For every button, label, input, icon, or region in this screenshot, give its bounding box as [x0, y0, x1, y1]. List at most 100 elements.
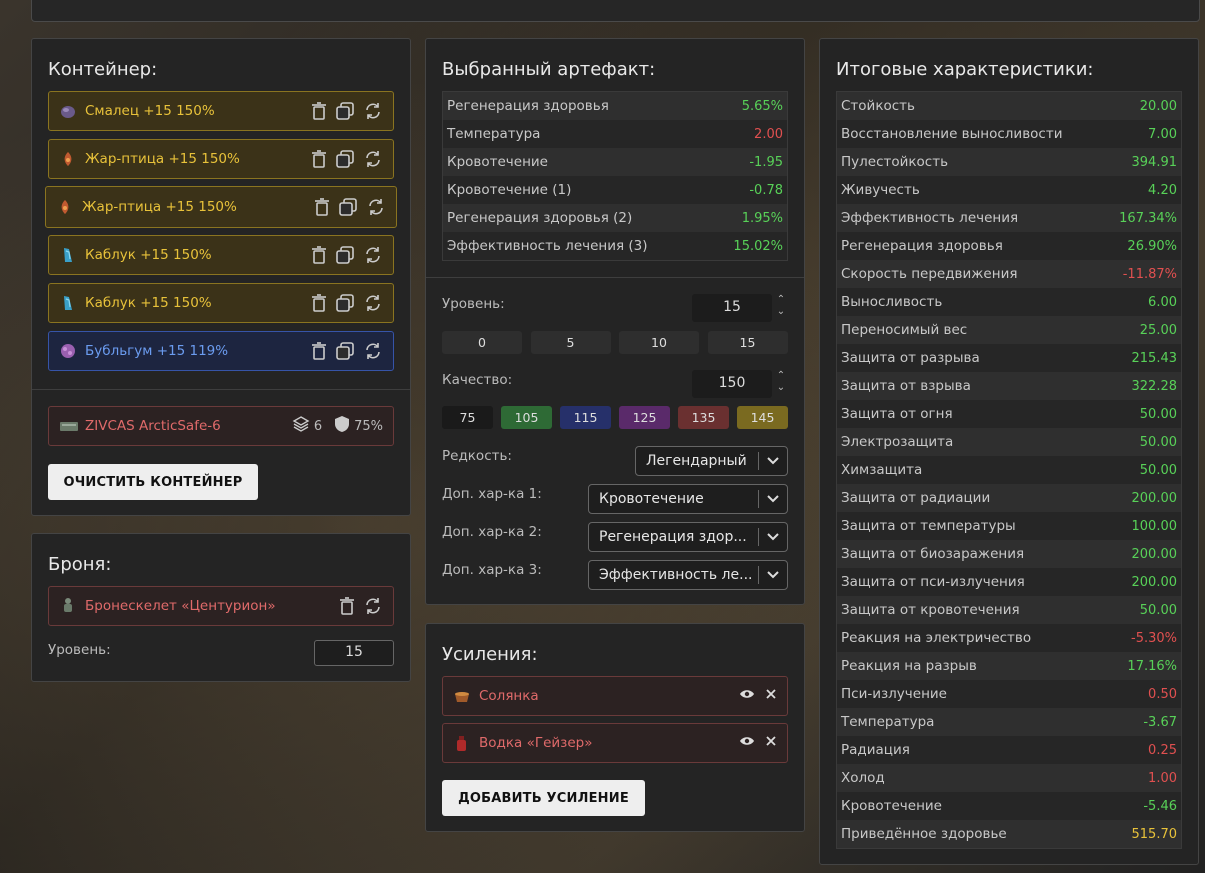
extra1-label: Доп. хар-ка 1:	[442, 486, 542, 502]
trash-icon[interactable]	[339, 597, 355, 615]
totals-title: Итоговые характеристики:	[836, 59, 1094, 80]
trash-icon[interactable]	[311, 294, 327, 312]
clear-container-button[interactable]: ОЧИСТИТЬ КОНТЕЙНЕР	[48, 464, 258, 500]
level-preset-button[interactable]: 5	[530, 331, 611, 354]
close-icon[interactable]	[765, 688, 777, 704]
stat-row: Живучесть 4.20	[837, 176, 1181, 204]
container-item-name: Жар-птица +15 150%	[85, 151, 240, 167]
armor-card[interactable]: Бронескелет «Центурион»	[48, 586, 394, 626]
boost-item[interactable]: Водка «Гейзер»	[442, 723, 788, 763]
trash-icon[interactable]	[311, 342, 327, 360]
copy-icon[interactable]	[335, 293, 355, 313]
refresh-icon[interactable]	[363, 101, 383, 121]
quality-stepper[interactable]: ⌃ ⌄	[776, 370, 786, 394]
stat-row: Защита от взрыва 322.28	[837, 372, 1181, 400]
quality-preset-button[interactable]: 115	[560, 406, 611, 429]
refresh-icon[interactable]	[363, 293, 383, 313]
container-item[interactable]: Каблук +15 150%	[48, 235, 394, 275]
boosts-panel: Усиления: Солянка Водка «Гейзер» ДОБАВИТЬ…	[425, 623, 805, 832]
refresh-icon[interactable]	[363, 341, 383, 361]
stat-value: 50.00	[1139, 434, 1177, 450]
case-icon	[59, 417, 78, 435]
container-item[interactable]: Смалец +15 150%	[48, 91, 394, 131]
selected-artifact-panel: Выбранный артефакт: Регенерация здоровья…	[425, 38, 805, 605]
container-case-card[interactable]: ZIVCAS ArcticSafe-6 6 75%	[48, 406, 394, 446]
stat-name: Регенерация здоровья	[841, 238, 1003, 254]
quality-preset-button[interactable]: 135	[678, 406, 729, 429]
armor-level-label: Уровень:	[48, 642, 111, 658]
stat-row: Переносимый вес 25.00	[837, 316, 1181, 344]
stat-name: Регенерация здоровья (2)	[447, 210, 633, 226]
stat-name: Пси-излучение	[841, 686, 947, 702]
extra3-select[interactable]: Эффективность ле...	[588, 560, 788, 590]
refresh-icon[interactable]	[366, 197, 386, 217]
refresh-icon[interactable]	[363, 149, 383, 169]
level-preset-button[interactable]: 15	[707, 331, 788, 354]
trash-icon[interactable]	[311, 246, 327, 264]
stat-row: Стойкость 20.00	[837, 92, 1181, 120]
stat-name: Пулестойкость	[841, 154, 949, 170]
container-item[interactable]: Жар-птица +15 150%	[48, 139, 394, 179]
boost-item[interactable]: Солянка	[442, 676, 788, 716]
stat-value: 200.00	[1131, 490, 1178, 506]
stat-row: Электрозащита 50.00	[837, 428, 1181, 456]
stat-row: Регенерация здоровья 26.90%	[837, 232, 1181, 260]
stat-name: Эффективность лечения (3)	[447, 238, 648, 254]
level-preset-button[interactable]: 10	[619, 331, 699, 354]
refresh-icon[interactable]	[363, 596, 383, 616]
container-item[interactable]: Бубльгум +15 119%	[48, 331, 394, 371]
eye-icon[interactable]	[739, 735, 755, 751]
artifact-level-input[interactable]: 15	[692, 294, 772, 322]
stat-row: Защита от кровотечения 50.00	[837, 596, 1181, 624]
stat-row: Скорость передвижения -11.87%	[837, 260, 1181, 288]
stat-row: Приведённое здоровье 515.70	[837, 820, 1181, 848]
quality-preset-button[interactable]: 75	[442, 406, 493, 429]
container-item[interactable]: Жар-птица +15 150%	[45, 186, 397, 228]
quality-preset-button[interactable]: 125	[619, 406, 670, 429]
stat-value: 167.34%	[1119, 210, 1177, 226]
copy-icon[interactable]	[335, 101, 355, 121]
eye-icon[interactable]	[739, 688, 755, 704]
level-preset-button[interactable]: 0	[442, 331, 522, 354]
armor-level-input[interactable]: 15	[314, 640, 394, 666]
stat-name: Переносимый вес	[841, 322, 968, 338]
stat-name: Кровотечение	[841, 798, 942, 814]
copy-icon[interactable]	[335, 245, 355, 265]
copy-icon[interactable]	[335, 341, 355, 361]
close-icon[interactable]	[765, 735, 777, 751]
stat-row: Защита от биозаражения 200.00	[837, 540, 1181, 568]
stat-row: Защита от огня 50.00	[837, 400, 1181, 428]
quality-preset-button[interactable]: 105	[501, 406, 552, 429]
stat-row: Восстановление выносливости 7.00	[837, 120, 1181, 148]
stat-name: Радиация	[841, 742, 910, 758]
totals-stats-table: Стойкость 20.00 Восстановление выносливост…	[836, 91, 1182, 849]
smalets-artifact-icon	[59, 102, 77, 120]
rarity-select[interactable]: Легендарный	[635, 446, 788, 476]
chevron-down-icon	[758, 528, 787, 546]
extra1-select[interactable]: Кровотечение	[588, 484, 788, 514]
stat-value: 100.00	[1131, 518, 1178, 534]
copy-icon[interactable]	[335, 149, 355, 169]
quality-preset-button[interactable]: 145	[737, 406, 788, 429]
container-item[interactable]: Каблук +15 150%	[48, 283, 394, 323]
chevron-down-icon	[758, 566, 787, 584]
trash-icon[interactable]	[311, 102, 327, 120]
copy-icon[interactable]	[338, 197, 358, 217]
stat-row: Реакция на разрыв 17.16%	[837, 652, 1181, 680]
stat-value: 17.16%	[1127, 658, 1177, 674]
case-name: ZIVCAS ArcticSafe-6	[85, 418, 221, 434]
trash-icon[interactable]	[314, 198, 330, 216]
rarity-value: Легендарный	[646, 453, 747, 469]
stat-name: Температура	[841, 714, 935, 730]
stat-name: Стойкость	[841, 98, 915, 114]
zhar-ptitsa-artifact-icon	[56, 198, 74, 216]
trash-icon[interactable]	[311, 150, 327, 168]
level-stepper[interactable]: ⌃ ⌄	[776, 294, 786, 318]
refresh-icon[interactable]	[363, 245, 383, 265]
stat-value: 7.00	[1148, 126, 1177, 142]
extra2-select[interactable]: Регенерация здор...	[588, 522, 788, 552]
artifact-quality-input[interactable]: 150	[692, 370, 772, 398]
bottle-icon	[453, 734, 471, 752]
add-boost-button[interactable]: ДОБАВИТЬ УСИЛЕНИЕ	[442, 780, 645, 816]
stat-row: Выносливость 6.00	[837, 288, 1181, 316]
